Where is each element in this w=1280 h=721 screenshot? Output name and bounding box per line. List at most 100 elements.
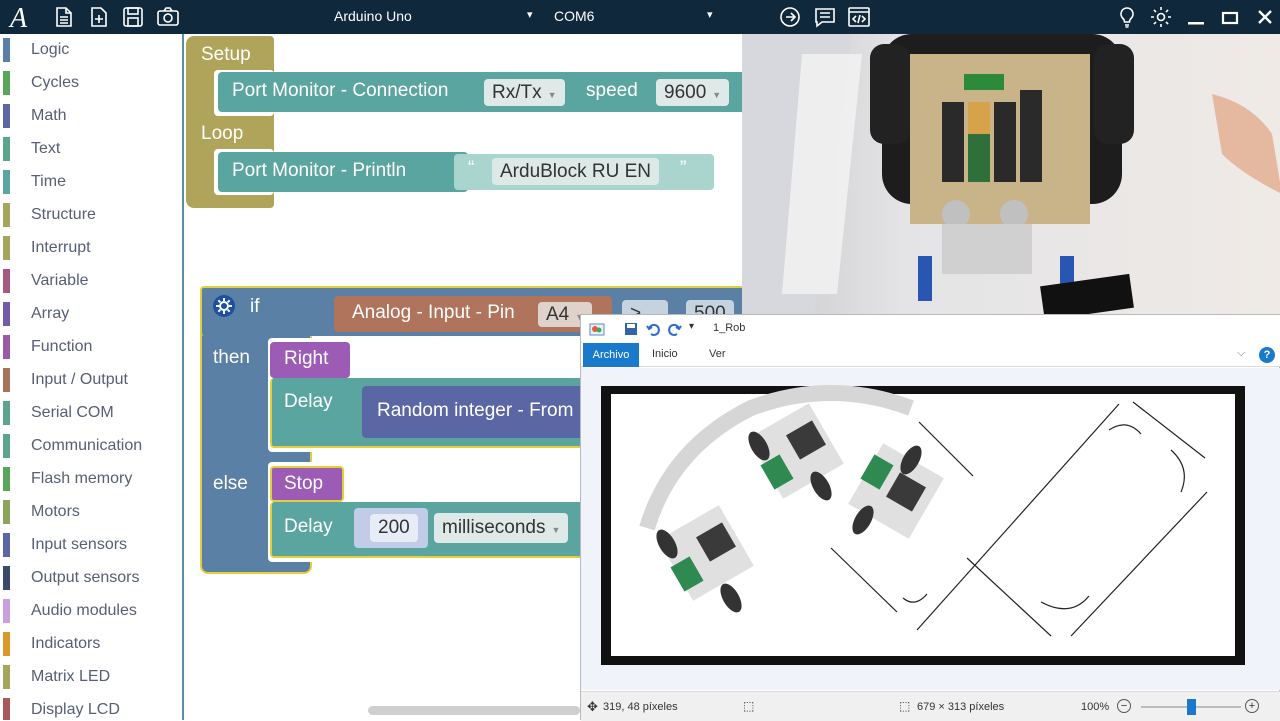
board-select[interactable]: Arduino Uno (334, 8, 412, 24)
quote-open: “ (468, 158, 475, 179)
ribbon-collapse-icon[interactable]: ⌵ (1237, 347, 1245, 360)
cursor-position-icon: ✥ (587, 699, 598, 714)
sidebar-item-function[interactable]: Function (3, 335, 173, 359)
serial-monitor-icon[interactable] (813, 5, 837, 29)
sidebar-item-text[interactable]: Text (3, 137, 173, 161)
else-label: else (213, 473, 248, 494)
code-view-icon[interactable] (847, 5, 871, 29)
sidebar-item-time[interactable]: Time (3, 170, 173, 194)
category-color-bar (3, 500, 10, 524)
sidebar-item-math[interactable]: Math (3, 104, 173, 128)
sidebar-item-input-sensors[interactable]: Input sensors (3, 533, 173, 557)
close-icon[interactable] (1253, 5, 1277, 29)
speed-dropdown[interactable]: 9600 ▼ (656, 79, 730, 106)
logo-icon[interactable]: A (8, 3, 34, 34)
paint-canvas-area[interactable] (581, 368, 1280, 690)
sidebar-item-communication[interactable]: Communication (3, 434, 173, 458)
sidebar-item-logic[interactable]: Logic (3, 38, 173, 62)
sidebar-item-display-lcd[interactable]: Display LCD (3, 698, 173, 720)
tab-ver[interactable]: Ver (709, 348, 726, 360)
category-color-bar (3, 137, 10, 161)
tips-icon[interactable] (1115, 5, 1139, 29)
category-color-bar (3, 698, 10, 720)
sidebar-item-structure[interactable]: Structure (3, 203, 173, 227)
delay-value-field[interactable]: 200 (370, 514, 418, 542)
paint-window-title: 1_Rob (713, 322, 746, 334)
sidebar-item-label: Audio modules (31, 602, 137, 619)
sidebar-item-label: Matrix LED (31, 668, 111, 685)
zoom-out-icon[interactable]: − (1117, 699, 1131, 713)
minimize-icon[interactable] (1184, 5, 1208, 29)
sidebar-item-serial-com[interactable]: Serial COM (3, 401, 173, 425)
port-select[interactable]: COM6 (554, 8, 594, 24)
port-connection-label: Port Monitor - Connection (232, 80, 449, 101)
chevron-down-icon: ▼ (547, 90, 557, 100)
sidebar-item-label: Time (31, 173, 66, 190)
sidebar-item-indicators[interactable]: Indicators (3, 632, 173, 656)
customize-toolbar-icon[interactable]: ▾ (689, 321, 694, 332)
webcam-video (742, 34, 1280, 334)
redo-icon[interactable] (667, 321, 683, 337)
sidebar-item-label: Structure (31, 206, 96, 223)
new-file-icon[interactable] (52, 5, 76, 29)
sidebar-item-label: Text (31, 140, 61, 157)
port-dropdown-arrow[interactable]: ▾ (707, 8, 713, 21)
robot-path-image[interactable] (581, 368, 1280, 690)
robot-car-photo (742, 34, 1280, 334)
sidebar-item-label: Communication (31, 437, 143, 454)
category-color-bar (3, 170, 10, 194)
sidebar-item-motors[interactable]: Motors (3, 500, 173, 524)
paint-app-icon (589, 321, 605, 337)
category-color-bar (3, 335, 10, 359)
sidebar-item-label: Logic (31, 41, 70, 58)
help-icon[interactable]: ? (1259, 347, 1275, 363)
speed-value: 9600 (664, 82, 707, 103)
sidebar-item-label: Math (31, 107, 67, 124)
tab-inicio[interactable]: Inicio (652, 348, 678, 360)
println-text-field[interactable]: ArduBlock RU EN (492, 158, 659, 185)
category-sidebar: Logic Cycles Math Text Time Structure Interrup… (0, 34, 184, 720)
zoom-slider-thumb[interactable] (1187, 699, 1196, 715)
sidebar-item-interrupt[interactable]: Interrupt (3, 236, 173, 260)
sidebar-item-label: Variable (31, 272, 89, 289)
sidebar-item-audio-modules[interactable]: Audio modules (3, 599, 173, 623)
rx-tx-value: Rx/Tx (492, 82, 542, 103)
sidebar-item-label: Motors (31, 503, 80, 520)
category-color-bar (3, 104, 10, 128)
category-color-bar (3, 38, 10, 62)
sidebar-item-variable[interactable]: Variable (3, 269, 173, 293)
category-color-bar (3, 203, 10, 227)
sidebar-item-label: Function (31, 338, 93, 355)
tab-archivo[interactable]: Archivo (583, 343, 639, 367)
category-color-bar (3, 269, 10, 293)
screenshot-icon[interactable] (156, 5, 180, 29)
open-file-icon[interactable] (87, 5, 111, 29)
sidebar-item-input-output[interactable]: Input / Output (3, 368, 173, 392)
category-color-bar (3, 599, 10, 623)
sidebar-item-label: Input sensors (31, 536, 128, 553)
sidebar-item-output-sensors[interactable]: Output sensors (3, 566, 173, 590)
undo-icon[interactable] (645, 321, 661, 337)
maximize-icon[interactable] (1218, 5, 1242, 29)
selection-size-icon: ⬚ (743, 699, 755, 713)
sidebar-item-array[interactable]: Array (3, 302, 173, 326)
mutator-gear-icon[interactable] (212, 294, 236, 318)
sidebar-item-cycles[interactable]: Cycles (3, 71, 173, 95)
category-color-bar (3, 434, 10, 458)
quick-save-icon[interactable] (623, 321, 639, 337)
save-icon[interactable] (121, 5, 145, 29)
workspace-horizontal-scrollbar[interactable] (368, 706, 580, 715)
zoom-in-icon[interactable]: + (1245, 699, 1259, 713)
upload-icon[interactable] (778, 5, 802, 29)
rx-tx-dropdown[interactable]: Rx/Tx ▼ (484, 79, 565, 106)
right-label: Right (284, 348, 329, 369)
category-color-bar (3, 401, 10, 425)
sidebar-item-label: Serial COM (31, 404, 114, 421)
board-dropdown-arrow[interactable]: ▾ (527, 8, 533, 21)
sidebar-item-matrix-led[interactable]: Matrix LED (3, 665, 173, 689)
milliseconds-dropdown[interactable]: milliseconds ▼ (434, 513, 569, 543)
sidebar-item-flash-memory[interactable]: Flash memory (3, 467, 173, 491)
settings-icon[interactable] (1149, 5, 1173, 29)
category-color-bar (3, 368, 10, 392)
setup-label: Setup (201, 44, 251, 65)
